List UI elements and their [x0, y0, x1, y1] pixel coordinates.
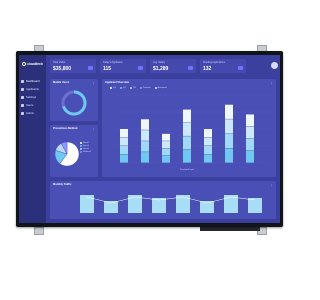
- stat-value: 115: [103, 66, 112, 72]
- stat-card-salary[interactable]: Avg. Salary $1,289: [150, 59, 196, 73]
- dashboard-icon: [21, 79, 24, 83]
- bar-segment: [225, 148, 233, 163]
- bar-segment: [141, 152, 149, 163]
- app-name: cloudtech: [27, 62, 44, 66]
- bar-segment: [246, 114, 254, 127]
- cloud-logo-icon: [22, 62, 26, 66]
- bar-segment: [120, 137, 128, 146]
- legend-label: Referral: [83, 151, 91, 153]
- bar-segment: [162, 148, 170, 156]
- bar-segment: [120, 129, 128, 138]
- bar-segment: [183, 136, 191, 150]
- bar-segment: [162, 141, 170, 149]
- bar-segment: [183, 149, 191, 163]
- trend-icon: [138, 66, 143, 70]
- stat-value: 132: [203, 66, 212, 72]
- sidebar-item-applicants[interactable]: Applicants: [21, 85, 45, 93]
- x-axis-label: Position/Level: [180, 169, 194, 171]
- stat-label: Today's Applicants: [103, 61, 123, 64]
- stat-value: $35,800: [53, 66, 72, 72]
- trend-icon: [238, 66, 243, 70]
- stat-card-pending[interactable]: Pending Applications 132: [200, 59, 246, 73]
- avatar[interactable]: [271, 62, 278, 69]
- sidebar-item-label: Applicants: [26, 87, 39, 91]
- bar-segment: [141, 141, 149, 152]
- sidebar-item-label: Users: [26, 103, 34, 107]
- bar-segment: [246, 126, 254, 139]
- sidebar-item-dashboard[interactable]: Dashboard: [21, 77, 45, 85]
- app-logo[interactable]: cloudtech: [22, 61, 44, 67]
- bar-segment: [204, 154, 212, 163]
- mount-tab-bottom-left: [34, 227, 44, 235]
- sidebar-item-admin[interactable]: Admin: [21, 109, 45, 117]
- sidebar-item-settings[interactable]: Settings: [21, 93, 45, 101]
- sidebar-item-label: Admin: [26, 111, 34, 115]
- stat-value: $1,289: [153, 66, 169, 72]
- stat-card-visitors[interactable]: Total Visitor $35,800: [50, 59, 96, 73]
- sidebar: cloudtech Dashboard Applicants Settings …: [19, 55, 46, 223]
- stat-card-applicants[interactable]: Today's Applicants 115: [100, 59, 146, 73]
- legend-label: Direct: [83, 148, 89, 150]
- bar-segment: [246, 138, 254, 151]
- bar-segment: [225, 104, 233, 119]
- sidebar-nav: Dashboard Applicants Settings Users Admi…: [21, 77, 45, 117]
- legend-item: Direct: [80, 148, 91, 150]
- traffic-bar: [248, 198, 262, 213]
- stat-label: Avg. Salary: [153, 61, 166, 64]
- bar-segment: [183, 122, 191, 136]
- applicant-bar-chart: [116, 94, 270, 164]
- sidebar-item-label: Settings: [26, 95, 37, 99]
- gear-icon: [21, 95, 24, 99]
- legend-item: Referral: [80, 151, 91, 153]
- stat-label: Pending Applications: [203, 61, 226, 64]
- people-icon: [21, 87, 24, 91]
- sidebar-item-label: Dashboard: [26, 79, 40, 83]
- monthly-traffic-chart: [80, 195, 262, 213]
- legend-item: Email: [80, 142, 91, 144]
- card-monthly-traffic: Monthly Traffic ⋮: [50, 181, 276, 219]
- legend-label: Email: [83, 142, 89, 144]
- bar-segment: [162, 133, 170, 141]
- traffic-bar: [80, 195, 94, 213]
- bar-segment: [225, 119, 233, 134]
- trend-icon: [188, 66, 193, 70]
- trend-icon: [88, 66, 93, 70]
- bar-segment: [183, 109, 191, 123]
- card-promotions: Promotions Method ⋮ Email Social Direct …: [50, 125, 98, 177]
- bar-segment: [225, 133, 233, 149]
- main-content: Total Visitor $35,800 Today's Applicants…: [46, 55, 280, 223]
- stat-label: Total Visitor: [53, 61, 66, 64]
- bar-segment: [120, 154, 128, 163]
- shield-icon: [21, 111, 24, 115]
- stats-bar: Total Visitor $35,800 Today's Applicants…: [46, 59, 280, 75]
- bar-segment: [204, 137, 212, 146]
- dashboard-screen: cloudtech Dashboard Applicants Settings …: [19, 55, 280, 223]
- user-icon: [21, 103, 24, 107]
- card-mobile-users: Mobile Users ⋮: [50, 79, 98, 121]
- bar-segment: [120, 146, 128, 155]
- bar-segment: [204, 146, 212, 155]
- legend-label: Social: [83, 145, 89, 147]
- card-applicant-overview: Applicant Overview ⋮ Q1 Q2 Q3 Position A…: [102, 79, 276, 177]
- mobile-users-gauge: [61, 90, 87, 116]
- bar-segment: [246, 150, 254, 163]
- bar-segment: [162, 155, 170, 163]
- sidebar-item-users[interactable]: Users: [21, 101, 45, 109]
- bar-segment: [141, 119, 149, 130]
- legend-item: Social: [80, 145, 91, 147]
- promotions-legend: Email Social Direct Referral: [80, 142, 91, 153]
- bar-segment: [204, 129, 212, 138]
- bar-segment: [141, 130, 149, 141]
